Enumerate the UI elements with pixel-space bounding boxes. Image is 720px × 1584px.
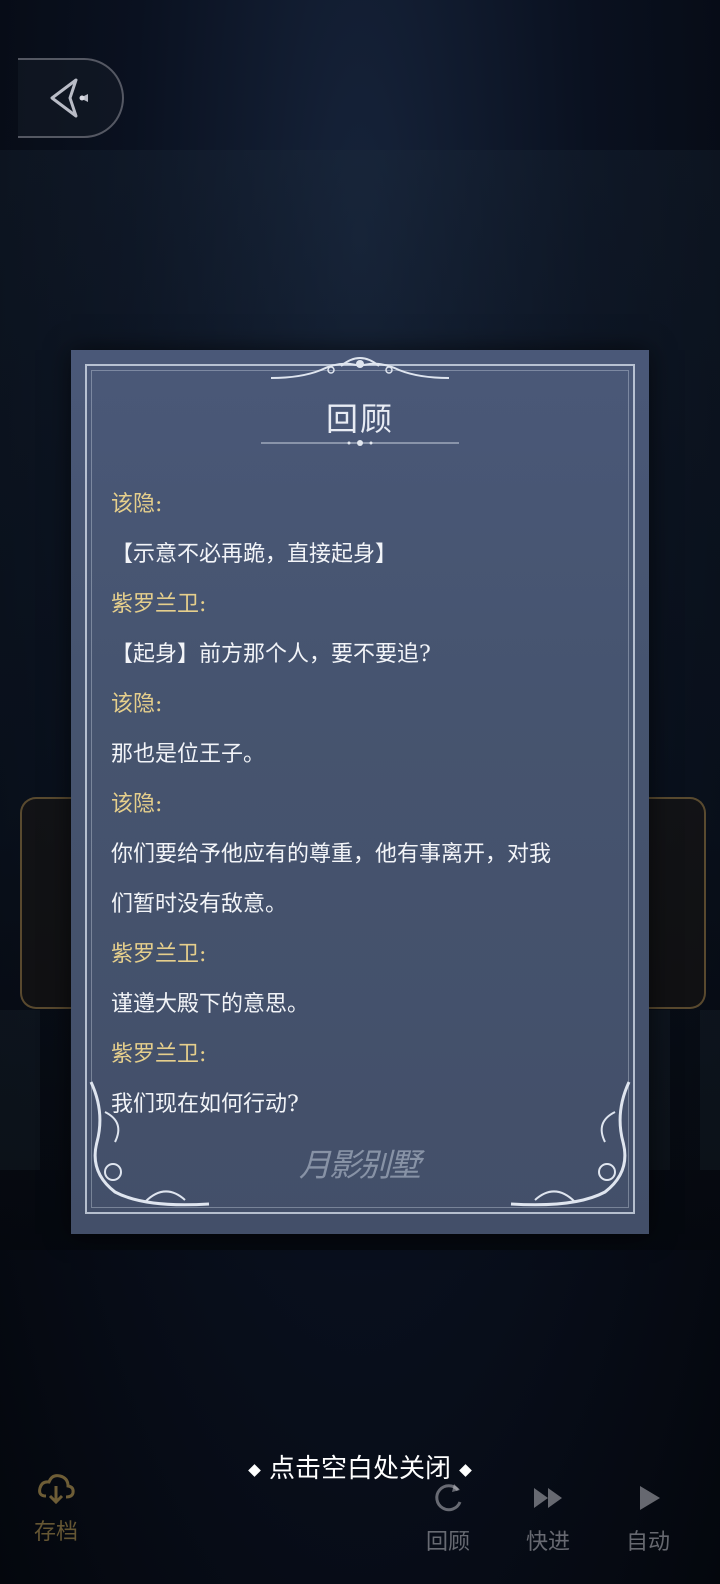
bottom-right-ornament-icon [510, 1081, 631, 1207]
close-hint[interactable]: 点击空白处关闭 [0, 1448, 720, 1485]
panel-title: 回顾 [325, 400, 394, 438]
dialog-line: 们暂时没有敌意。 [111, 892, 288, 917]
diamond-icon [248, 1463, 261, 1477]
fast-forward-label: 快进 [525, 1530, 570, 1555]
dialog-line: 【示意不必再跪，直接起身】 [111, 542, 398, 567]
play-icon [640, 1486, 660, 1510]
game-logo-watermark: 月影别墅 [299, 1140, 421, 1186]
speaker-name: 该隐: [111, 492, 163, 517]
title-divider-icon [261, 440, 459, 446]
speaker-name: 紫罗兰卫: [111, 942, 207, 967]
game-screen[interactable]: 回顾 该隐: 【示意不必再跪，直接起身】 紫罗兰卫: 【起身】前方那个人，要不要追? 该… [0, 0, 720, 1584]
dialog-line: 谨遵大殿下的意思。 [111, 992, 310, 1017]
bottom-left-ornament-icon [89, 1081, 210, 1207]
speaker-name: 该隐: [111, 692, 163, 717]
review-button[interactable]: 回顾 [418, 1478, 478, 1556]
speaker-name: 该隐: [111, 792, 163, 817]
save-button[interactable]: 存档 [26, 1468, 86, 1546]
dialog-line: 【起身】前方那个人，要不要追? [111, 642, 431, 667]
auto-button[interactable]: 自动 [618, 1478, 678, 1556]
cloud-download-icon [38, 1474, 75, 1505]
review-label: 回顾 [425, 1530, 470, 1555]
fast-forward-button[interactable]: 快进 [518, 1478, 578, 1556]
auto-label: 自动 [625, 1530, 670, 1555]
speaker-name: 紫罗兰卫: [111, 592, 207, 617]
fast-forward-icon [534, 1488, 562, 1508]
save-label: 存档 [33, 1520, 78, 1545]
dialog-line: 你们要给予他应有的尊重，他有事离开，对我 [111, 842, 552, 867]
watermark-text: 月影别墅 [299, 1146, 421, 1184]
diamond-icon [459, 1463, 472, 1477]
review-panel: 回顾 该隐: 【示意不必再跪，直接起身】 紫罗兰卫: 【起身】前方那个人，要不要追? 该… [71, 350, 649, 1234]
dialog-line: 那也是位王子。 [111, 742, 266, 767]
review-icon [435, 1484, 462, 1512]
back-arrow-icon [50, 78, 88, 118]
back-button[interactable] [18, 58, 124, 138]
dialog-history-list[interactable]: 该隐: 【示意不必再跪，直接起身】 紫罗兰卫: 【起身】前方那个人，要不要追? 该隐: 那… [111, 480, 613, 1130]
top-ornament-icon [271, 357, 449, 379]
